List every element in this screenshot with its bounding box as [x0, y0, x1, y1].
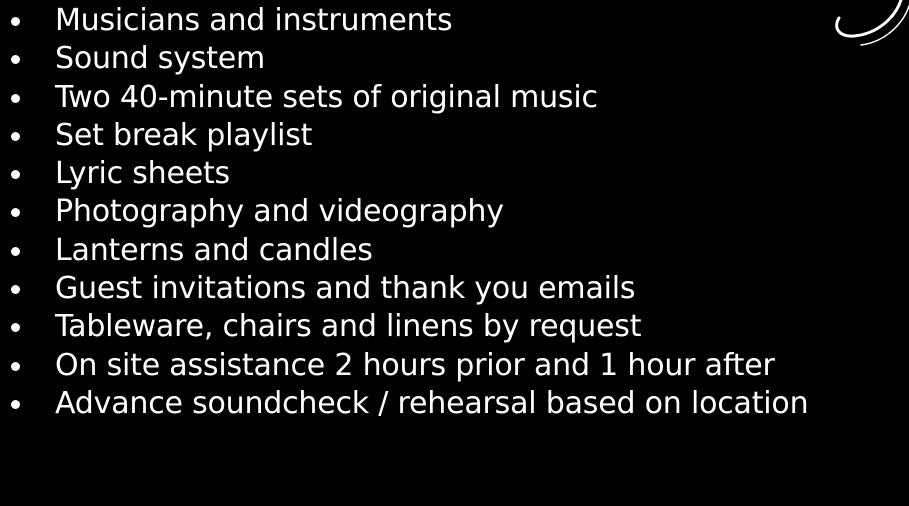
bullet-dot-icon	[11, 170, 20, 180]
bullet-dot-icon	[11, 55, 20, 65]
list-item: Musicians and instruments	[0, 2, 909, 40]
bullet-dot-icon	[11, 208, 20, 218]
bullet-dot-icon	[11, 399, 20, 409]
bullet-dot-icon	[11, 131, 20, 141]
list-item: Lanterns and candles	[0, 232, 909, 270]
list-item-text: Musicians and instruments	[55, 3, 453, 38]
bullet-dot-icon	[11, 361, 20, 371]
list-item-text: Lyric sheets	[55, 156, 230, 192]
slide: Musicians and instruments Sound system T…	[0, 0, 909, 506]
list-item: Guest invitations and thank you emails	[0, 270, 909, 308]
list-item: Advance soundcheck / rehearsal based on …	[0, 385, 855, 423]
bullet-dot-icon	[11, 17, 20, 26]
bullet-dot-icon	[11, 285, 20, 295]
list-item: Tableware, chairs and linens by request	[0, 308, 909, 346]
list-item: Photography and videography	[0, 193, 909, 231]
list-item: Sound system	[0, 40, 909, 78]
list-item-text: On site assistance 2 hours prior and 1 h…	[55, 347, 775, 383]
list-item-text: Sound system	[55, 41, 266, 77]
list-item: Set break playlist	[0, 117, 909, 155]
list-item-text: Set break playlist	[55, 117, 313, 153]
list-item-text: Advance soundcheck / rehearsal based on …	[55, 385, 809, 421]
list-item-text: Guest invitations and thank you emails	[55, 271, 636, 307]
list-item: Lyric sheets	[0, 155, 909, 193]
list-item: On site assistance 2 hours prior and 1 h…	[0, 347, 909, 385]
feature-list: Musicians and instruments Sound system T…	[0, 2, 909, 423]
list-item-text: Photography and videography	[55, 194, 504, 230]
list-item-text: Tableware, chairs and linens by request	[55, 309, 642, 345]
list-item: Two 40-minute sets of original music	[0, 79, 909, 117]
list-item-text: Two 40-minute sets of original music	[55, 79, 598, 115]
list-item-text: Lanterns and candles	[55, 232, 373, 268]
bullet-dot-icon	[11, 246, 20, 256]
bullet-dot-icon	[11, 93, 20, 103]
bullet-dot-icon	[11, 323, 20, 333]
